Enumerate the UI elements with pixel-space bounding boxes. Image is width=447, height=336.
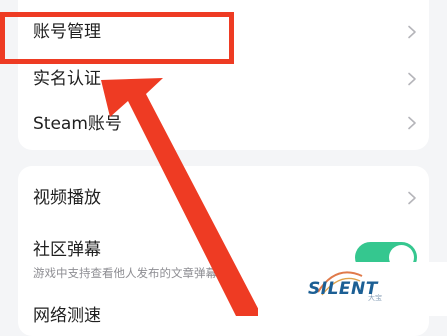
watermark-subtext: 大宝 <box>368 294 382 302</box>
